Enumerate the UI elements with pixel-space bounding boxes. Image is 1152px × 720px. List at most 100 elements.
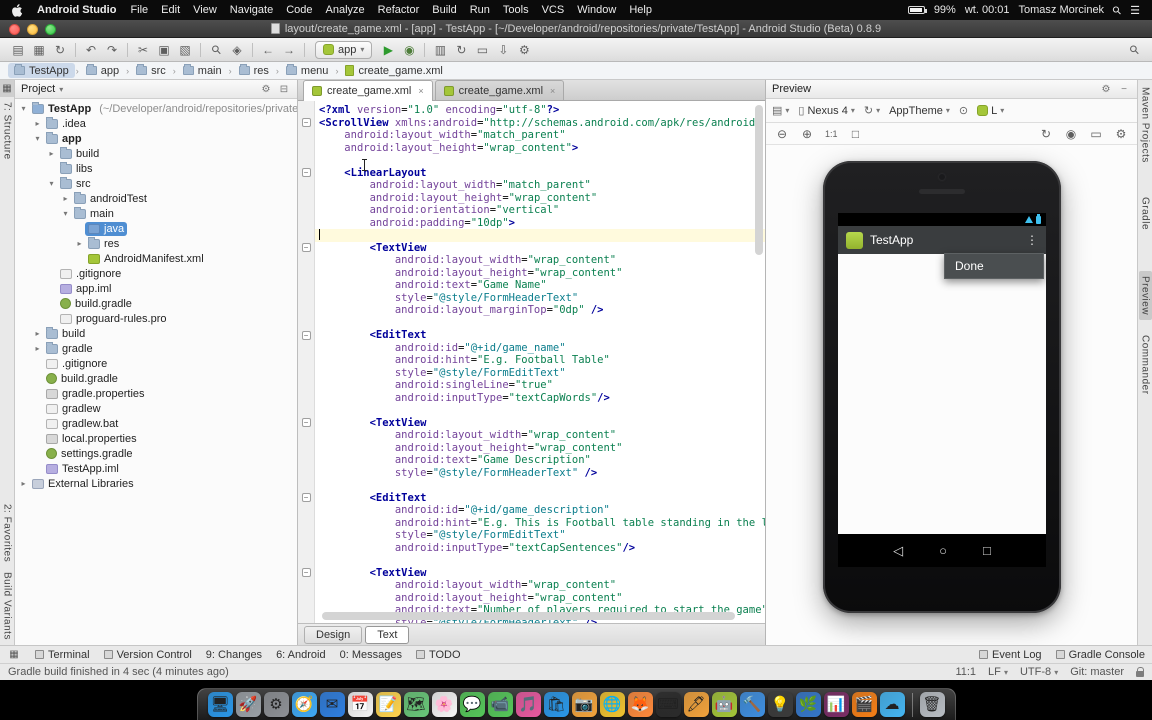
code-line-20[interactable]: android:hint="E.g. Football Table"	[315, 354, 765, 367]
code-line-17[interactable]	[315, 317, 765, 330]
tree-item-build[interactable]: ▸build	[15, 146, 297, 161]
tool-button-2-favorites[interactable]: 2: Favorites	[1, 499, 14, 567]
tree-item-main[interactable]: ▾main	[15, 206, 297, 221]
run-configuration-selector[interactable]: app ▾	[315, 41, 372, 59]
code-line-18[interactable]: <EditText	[315, 329, 765, 342]
code-line-2[interactable]: android:layout_width="match_parent"	[315, 129, 765, 142]
tree-item-res[interactable]: ▸res	[15, 236, 297, 251]
breadcrumb-item-res[interactable]: res	[233, 63, 275, 78]
code-line-23[interactable]: android:inputType="textCapWords"/>	[315, 392, 765, 405]
menu-item-edit[interactable]: Edit	[161, 4, 180, 16]
code-line-5[interactable]: <LinearLayout	[315, 167, 765, 180]
tree-item-java[interactable]: java	[15, 221, 297, 236]
code-line-26[interactable]: android:layout_width="wrap_content"	[315, 429, 765, 442]
tree-item-gradle[interactable]: ▸gradle	[15, 341, 297, 356]
chevron-down-icon[interactable]: ▾	[59, 85, 63, 94]
code-line-22[interactable]: android:singleLine="true"	[315, 379, 765, 392]
hide-panel-icon[interactable]: −	[1117, 84, 1131, 95]
breadcrumb-item-app[interactable]: app	[80, 63, 125, 78]
dock-app-app-store[interactable]: 🛍	[544, 692, 569, 717]
dock-app-notes[interactable]: 📝	[376, 692, 401, 717]
code-line-37[interactable]: <TextView	[315, 567, 765, 580]
mode-tab-design[interactable]: Design	[304, 626, 362, 644]
line-ending-selector[interactable]: LF ▾	[988, 666, 1008, 678]
breadcrumb-item-src[interactable]: src	[130, 63, 172, 78]
api-level-selector[interactable]: L▾	[977, 105, 1004, 117]
close-button[interactable]	[9, 24, 20, 35]
collapse-arrow-icon[interactable]: ▾	[18, 104, 29, 113]
menu-item-done[interactable]: Done	[944, 253, 1044, 279]
tree-item-src[interactable]: ▾src	[15, 176, 297, 191]
tree-item-testapp[interactable]: ▾TestApp(~/Developer/android/repositorie…	[15, 101, 297, 116]
fold-marker-icon[interactable]: −	[302, 493, 311, 502]
tree-item-settings-gradle[interactable]: settings.gradle	[15, 446, 297, 461]
fold-marker-icon[interactable]: −	[302, 418, 311, 427]
fold-marker-icon[interactable]: −	[302, 331, 311, 340]
copy-icon[interactable]: ▣	[154, 40, 174, 59]
expand-arrow-icon[interactable]: ▸	[32, 329, 43, 338]
sdk-manager-icon[interactable]: ⇩	[493, 40, 513, 59]
code-line-3[interactable]: android:layout_height="wrap_content">	[315, 142, 765, 155]
fold-marker-icon[interactable]: −	[302, 243, 311, 252]
dock-app-calendar[interactable]: 📅	[348, 692, 373, 717]
collapse-arrow-icon[interactable]: ▾	[32, 134, 43, 143]
code-line-4[interactable]	[315, 154, 765, 167]
device-monitor-icon[interactable]: ▥	[430, 40, 450, 59]
tree-item-androidmanifest-xml[interactable]: AndroidManifest.xml	[15, 251, 297, 266]
code-line-14[interactable]: android:text="Game Name"	[315, 279, 765, 292]
paste-icon[interactable]: ▧	[175, 40, 195, 59]
breadcrumb-item-main[interactable]: main	[177, 63, 228, 78]
tool-button-preview[interactable]: Preview	[1139, 271, 1152, 320]
tool-button-build-variants[interactable]: Build Variants	[1, 567, 14, 645]
dock-app-photos[interactable]: 🌸	[432, 692, 457, 717]
zoom-in-icon[interactable]: ⊕	[797, 124, 817, 143]
code-line-28[interactable]: android:text="Game Description"	[315, 454, 765, 467]
undo-icon[interactable]: ↶	[81, 40, 101, 59]
code-line-38[interactable]: android:layout_width="wrap_content"	[315, 579, 765, 592]
tool-window-button-6-android[interactable]: 6: Android	[276, 649, 326, 661]
menu-item-tools[interactable]: Tools	[503, 4, 529, 16]
editor-code[interactable]: <?xml version="1.0" encoding="utf-8"?><S…	[315, 101, 765, 623]
vcs-branch[interactable]: Git: master	[1070, 666, 1124, 678]
code-line-19[interactable]: android:id="@+id/game_name"	[315, 342, 765, 355]
breadcrumb-item-menu[interactable]: menu	[280, 63, 335, 78]
collapse-all-icon[interactable]: ⊟	[277, 84, 291, 95]
close-tab-icon[interactable]: ×	[550, 86, 555, 96]
menu-item-vcs[interactable]: VCS	[542, 4, 565, 16]
menu-item-view[interactable]: View	[193, 4, 217, 16]
home-icon[interactable]: ○	[939, 543, 947, 558]
tree-item-testapp-iml[interactable]: TestApp.iml	[15, 461, 297, 476]
dock-app-mail[interactable]: ✉	[320, 692, 345, 717]
tool-window-button-9-changes[interactable]: 9: Changes	[206, 649, 262, 661]
spotlight-icon[interactable]: ⚲	[1110, 3, 1125, 18]
dock-app-firefox[interactable]: 🦊	[628, 692, 653, 717]
menu-item-help[interactable]: Help	[629, 4, 652, 16]
dock-app-chrome[interactable]: 🌐	[600, 692, 625, 717]
code-line-9[interactable]: android:padding="10dp">	[315, 217, 765, 230]
code-line-16[interactable]: android:layout_marginTop="0dp" />	[315, 304, 765, 317]
apple-menu[interactable]	[12, 4, 23, 17]
code-line-15[interactable]: style="@style/FormHeaderText"	[315, 292, 765, 305]
notification-center-icon[interactable]: ☰	[1130, 4, 1140, 17]
breadcrumb-item-create-game-xml[interactable]: create_game.xml	[339, 63, 448, 78]
zoom-button[interactable]	[45, 24, 56, 35]
collapse-arrow-icon[interactable]: ▾	[46, 179, 57, 188]
code-line-33[interactable]: android:hint="E.g. This is Football tabl…	[315, 517, 765, 530]
menu-item-refactor[interactable]: Refactor	[378, 4, 420, 16]
find-icon[interactable]: ⚲	[202, 36, 230, 64]
dock-app-safari[interactable]: 🧭	[292, 692, 317, 717]
collapse-arrow-icon[interactable]: ▾	[60, 209, 71, 218]
tool-window-switcher-icon[interactable]: ▦	[7, 646, 21, 663]
code-line-7[interactable]: android:layout_height="wrap_content"	[315, 192, 765, 205]
activity-selector[interactable]: ⊙	[959, 104, 968, 117]
code-line-36[interactable]	[315, 554, 765, 567]
gear-icon[interactable]: ⚙	[259, 84, 273, 95]
orientation-selector[interactable]: ↻▾	[864, 104, 880, 117]
theme-selector[interactable]: AppTheme▾	[889, 105, 950, 117]
tree-item-build-gradle[interactable]: build.gradle	[15, 371, 297, 386]
dock-app-skype[interactable]: ☁	[880, 692, 905, 717]
tree-item-gitignore[interactable]: .gitignore	[15, 356, 297, 371]
code-line-30[interactable]	[315, 479, 765, 492]
replace-icon[interactable]: ◈	[227, 40, 247, 59]
dock-app-terminal[interactable]: ⌨	[656, 692, 681, 717]
